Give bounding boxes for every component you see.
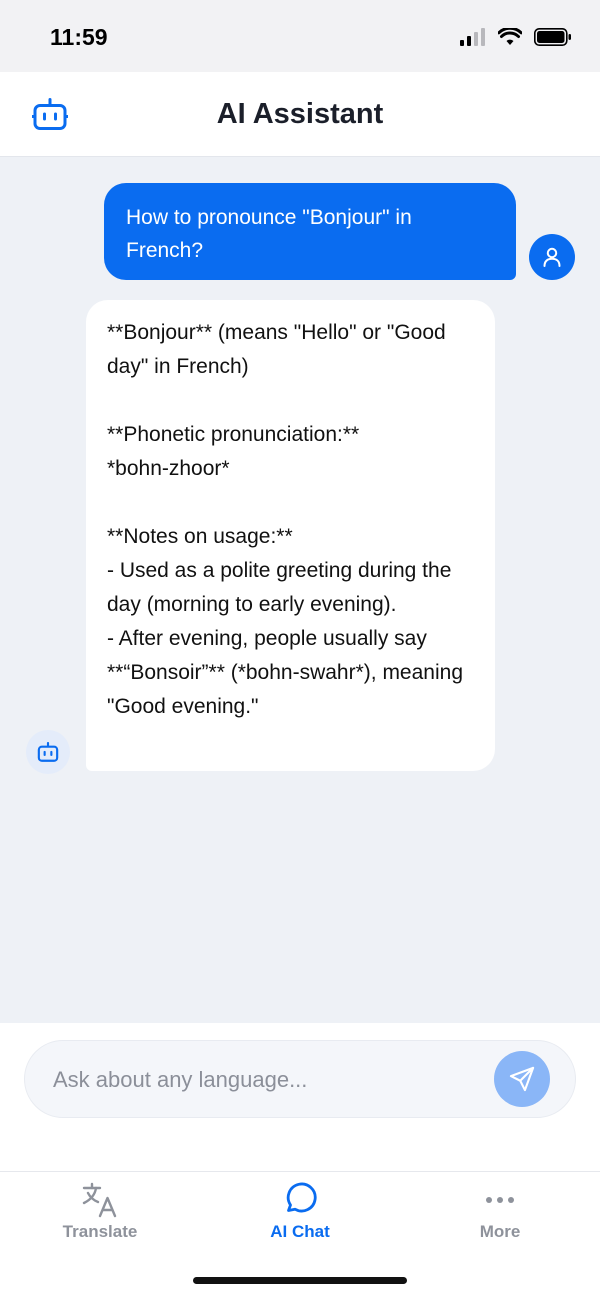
person-icon (543, 247, 561, 267)
tab-translate-label: Translate (62, 1222, 138, 1241)
tab-ai-chat-label: AI Chat (270, 1222, 330, 1241)
wifi-icon (498, 28, 522, 45)
message-input-container[interactable] (24, 1040, 576, 1118)
chat-bubble-icon (286, 1182, 317, 1213)
app-header: AI Assistant (0, 72, 600, 157)
status-bar: 11:59 (0, 0, 600, 72)
composer (0, 1023, 600, 1171)
page-title: AI Assistant (216, 98, 384, 130)
tab-translate[interactable]: Translate (20, 1182, 180, 1250)
chat-area[interactable]: How to pronounce "Bonjour" in French? **… (0, 157, 600, 1023)
ellipsis-icon (486, 1197, 514, 1203)
user-message-bubble: How to pronounce "Bonjour" in French? (104, 183, 516, 280)
robot-icon (37, 741, 59, 762)
home-indicator (193, 1277, 407, 1284)
assistant-message-bubble: **Bonjour** (means "Hello" or "Good day"… (86, 300, 495, 771)
tab-more-label: More (479, 1222, 521, 1241)
status-time: 11:59 (50, 24, 108, 50)
message-input[interactable] (51, 1061, 475, 1099)
signal-icon (460, 28, 485, 46)
tab-more[interactable]: More (420, 1182, 580, 1250)
bot-avatar (26, 730, 70, 774)
send-button[interactable] (494, 1051, 550, 1107)
tab-ai-chat[interactable]: AI Chat (220, 1182, 380, 1250)
paper-plane-icon (509, 1066, 535, 1092)
translate-icon (82, 1182, 117, 1218)
battery-icon (534, 28, 571, 46)
status-icons (460, 28, 572, 46)
user-avatar (529, 234, 575, 280)
